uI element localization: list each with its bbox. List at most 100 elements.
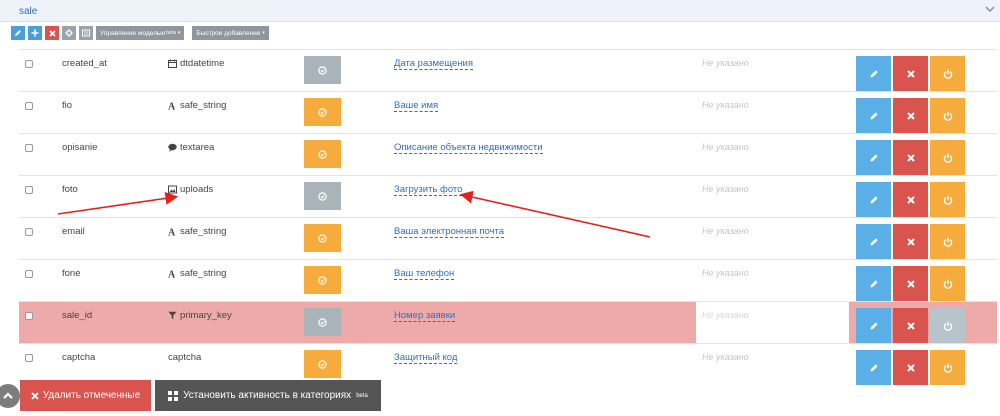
row-checkbox[interactable]: [25, 312, 33, 320]
power-icon: [943, 111, 952, 121]
row-checkbox[interactable]: [25, 186, 33, 194]
table-row: opisanie textarea Описание объекта недвижи…: [19, 133, 997, 175]
field-type-label: textarea: [180, 142, 215, 153]
font-icon: A: [168, 269, 177, 279]
field-type: Asafe_string: [168, 268, 226, 279]
required-toggle[interactable]: [304, 182, 341, 210]
row-checkbox[interactable]: [25, 354, 33, 362]
field-name: email: [62, 226, 85, 237]
list-button[interactable]: [79, 26, 93, 40]
row-actions: [856, 56, 965, 91]
add-button[interactable]: [28, 26, 42, 40]
default-value[interactable]: Не указано: [702, 184, 749, 194]
edit-row-button[interactable]: [856, 140, 891, 175]
set-activity-button[interactable]: Установить активность в категориях beta: [155, 380, 381, 411]
field-label-link[interactable]: Ваш телефон: [394, 268, 455, 280]
field-label-link[interactable]: Ваше имя: [394, 100, 439, 112]
panel-header: sale: [0, 0, 1000, 22]
field-type-label: uploads: [180, 184, 214, 195]
required-toggle[interactable]: [304, 266, 341, 294]
default-value[interactable]: Не указано: [702, 226, 749, 236]
delete-row-button[interactable]: [893, 140, 928, 175]
close-icon: [906, 279, 915, 288]
field-type-label: primary_key: [180, 310, 232, 321]
row-actions: [856, 308, 965, 343]
default-value[interactable]: Не указано: [702, 268, 749, 278]
delete-button[interactable]: [45, 26, 59, 40]
delete-row-button[interactable]: [893, 266, 928, 301]
edit-row-button[interactable]: [856, 266, 891, 301]
field-name: sale_id: [62, 310, 93, 321]
field-label-link[interactable]: Загрузить фото: [394, 184, 463, 196]
required-toggle[interactable]: [304, 140, 341, 168]
close-icon: [906, 195, 915, 204]
chevron-down-icon[interactable]: [985, 4, 995, 14]
toggle-active-button[interactable]: [930, 266, 965, 301]
row-checkbox[interactable]: [25, 228, 33, 236]
toggle-active-button[interactable]: [930, 224, 965, 259]
font-icon: A: [168, 101, 177, 111]
power-icon: [943, 279, 952, 289]
delete-row-button[interactable]: [893, 308, 928, 343]
field-name: opisanie: [62, 142, 98, 153]
delete-row-button[interactable]: [893, 224, 928, 259]
required-toggle[interactable]: [304, 56, 341, 84]
row-checkbox[interactable]: [25, 270, 33, 278]
edit-button[interactable]: [11, 26, 25, 40]
default-value[interactable]: Не указано: [702, 58, 749, 68]
toggle-active-button[interactable]: [930, 98, 965, 133]
field-label-link[interactable]: Дата размещения: [394, 58, 473, 70]
field-type: textarea: [168, 142, 214, 153]
default-value[interactable]: Не указано: [702, 310, 749, 320]
power-icon: [943, 195, 952, 205]
required-toggle[interactable]: [304, 98, 341, 126]
check-circle-icon: [318, 275, 327, 285]
edit-row-button[interactable]: [856, 56, 891, 91]
scroll-to-top-button[interactable]: [0, 384, 20, 408]
required-toggle[interactable]: [304, 350, 341, 378]
field-label-link[interactable]: Номер заявки: [394, 310, 456, 322]
table-row: captcha captcha Защитный код Не указано: [19, 343, 997, 385]
pencil-icon: [870, 237, 878, 245]
delete-selected-button[interactable]: Удалить отмеченные: [20, 380, 151, 411]
default-value[interactable]: Не указано: [702, 142, 749, 152]
quick-add-dropdown[interactable]: Быстрое добавление ▾: [192, 26, 269, 40]
edit-row-button[interactable]: [856, 224, 891, 259]
page: sale Управление моделью beta ▾ Быстрое д…: [0, 0, 1000, 416]
required-toggle[interactable]: [304, 308, 341, 336]
table-row: fio Asafe_string Ваше имя Не указано: [19, 91, 997, 133]
toggle-active-button[interactable]: [930, 56, 965, 91]
row-actions: [856, 98, 965, 133]
toolbar: Управление моделью beta ▾ Быстрое добавл…: [11, 26, 269, 40]
pencil-icon: [870, 69, 878, 77]
pencil-icon: [870, 279, 878, 287]
row-checkbox[interactable]: [25, 144, 33, 152]
power-icon: [943, 321, 952, 331]
field-label-link[interactable]: Описание объекта недвижимости: [394, 142, 543, 154]
edit-row-button[interactable]: [856, 98, 891, 133]
delete-row-button[interactable]: [893, 98, 928, 133]
field-label-link[interactable]: Ваша электронная почта: [394, 226, 505, 238]
delete-row-button[interactable]: [893, 56, 928, 91]
default-value[interactable]: Не указано: [702, 100, 749, 110]
check-circle-icon: [318, 233, 327, 243]
default-value[interactable]: Не указано: [702, 352, 749, 362]
table-row: created_at dtdatetime Дата размещения Не ук…: [19, 49, 997, 91]
field-name: fone: [62, 268, 81, 279]
edit-row-button[interactable]: [856, 308, 891, 343]
toggle-active-button[interactable]: [930, 182, 965, 217]
settings-button[interactable]: [62, 26, 76, 40]
pencil-icon: [870, 153, 878, 161]
close-icon: [906, 69, 915, 78]
model-management-dropdown[interactable]: Управление моделью beta ▾: [96, 26, 185, 40]
row-checkbox[interactable]: [25, 60, 33, 68]
default-cell: [696, 302, 850, 344]
delete-row-button[interactable]: [893, 182, 928, 217]
required-toggle[interactable]: [304, 224, 341, 252]
toggle-active-button[interactable]: [930, 140, 965, 175]
field-label-link[interactable]: Защитный код: [394, 352, 458, 364]
row-checkbox[interactable]: [25, 102, 33, 110]
toggle-active-button[interactable]: [930, 308, 965, 343]
close-icon: [906, 237, 915, 246]
edit-row-button[interactable]: [856, 182, 891, 217]
